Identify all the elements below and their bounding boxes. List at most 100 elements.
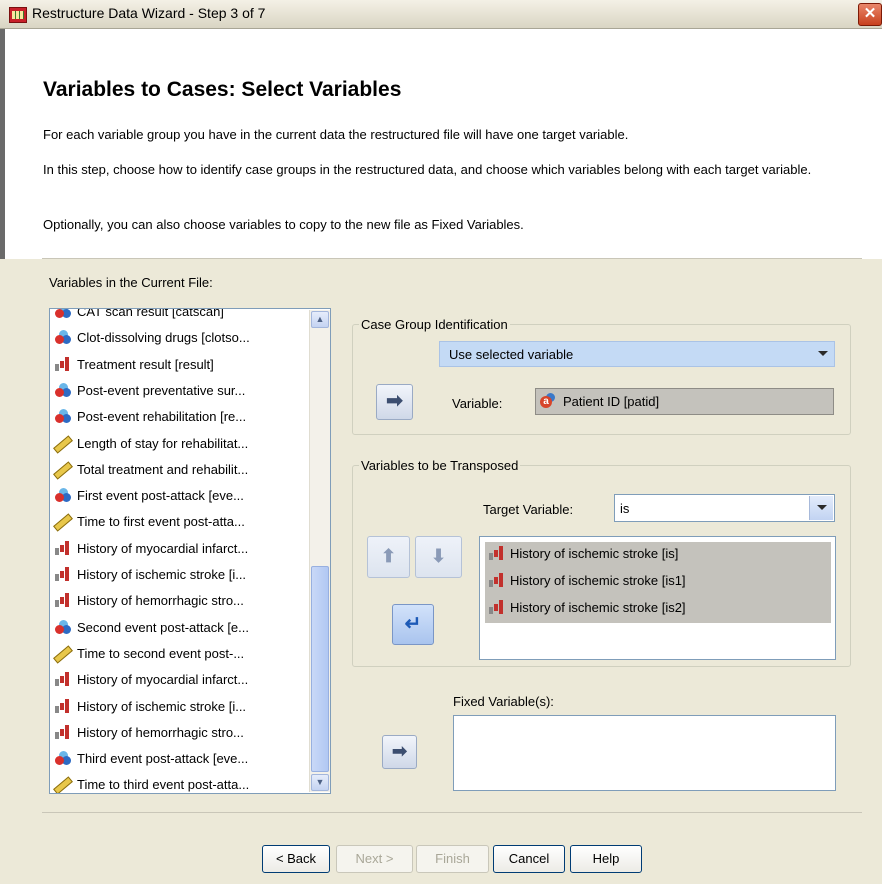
transposed-variable-list[interactable]: History of ischemic stroke [is] History …: [479, 536, 836, 660]
id-variable-icon: [540, 393, 560, 409]
move-to-fixed-button[interactable]: ➡: [382, 735, 417, 769]
case-group-legend: Case Group Identification: [361, 317, 508, 332]
variable-list-item[interactable]: CAT scan result [catscan]: [54, 308, 224, 322]
nominal-icon: [54, 408, 72, 424]
case-id-variable-value: Patient ID [patid]: [563, 394, 660, 409]
variable-list-item[interactable]: History of hemorrhagic stro...: [54, 591, 244, 611]
nominal-icon: [54, 382, 72, 398]
next-button[interactable]: Next >: [336, 845, 413, 873]
separator: [42, 258, 862, 259]
variable-list-item[interactable]: Post-event preventative sur...: [54, 381, 245, 401]
ordinal-icon: [488, 545, 506, 561]
transposed-item[interactable]: History of ischemic stroke [is1]: [488, 569, 686, 593]
page-title: Variables to Cases: Select Variables: [43, 78, 402, 101]
variable-label: Clot-dissolving drugs [clotso...: [77, 330, 250, 346]
back-button[interactable]: < Back: [262, 845, 330, 873]
step-paragraph: In this step, choose how to identify cas…: [43, 162, 812, 177]
variable-label: Second event post-attack [e...: [77, 619, 249, 635]
variable-label: Post-event rehabilitation [re...: [77, 409, 247, 425]
variable-label: History of ischemic stroke [i...: [77, 698, 247, 714]
variable-list-item[interactable]: Clot-dissolving drugs [clotso...: [54, 328, 250, 348]
move-down-button[interactable]: ⬇: [415, 536, 462, 578]
nominal-icon: [54, 329, 72, 345]
app-icon: [9, 7, 27, 23]
ordinal-icon: [54, 356, 72, 372]
variable-list-scrollbar[interactable]: ▲ ▼: [309, 310, 330, 792]
scale-icon: [54, 513, 72, 529]
variable-label: Time to second event post-...: [77, 645, 245, 661]
variable-list-item[interactable]: Treatment result [result]: [54, 355, 214, 375]
ordinal-icon: [54, 566, 72, 582]
scroll-thumb[interactable]: [311, 566, 329, 772]
variable-label: Time to third event post-atta...: [77, 777, 250, 793]
variable-label: History of hemorrhagic stro...: [77, 724, 244, 740]
variable-list-item[interactable]: Total treatment and rehabilit...: [54, 460, 248, 480]
current-file-variable-list[interactable]: CAT scan result [catscan] Clot-dissolving…: [49, 308, 331, 794]
fixed-variables-label: Fixed Variable(s):: [453, 694, 554, 709]
ordinal-icon: [54, 592, 72, 608]
help-button[interactable]: Help: [570, 845, 642, 873]
target-variable-value: is: [620, 501, 630, 516]
variable-list-item[interactable]: History of ischemic stroke [i...: [54, 565, 246, 585]
variable-label: Total treatment and rehabilit...: [77, 461, 249, 477]
nominal-icon: [54, 750, 72, 766]
scroll-up-arrow-icon[interactable]: ▲: [311, 311, 329, 328]
variable-label: First event post-attack [eve...: [77, 488, 244, 504]
dropdown-arrow-icon: [817, 505, 827, 510]
variable-label: Treatment result [result]: [77, 356, 214, 372]
case-id-variable-field[interactable]: Patient ID [patid]: [535, 388, 834, 415]
variable-list-item[interactable]: History of myocardial infarct...: [54, 539, 248, 559]
variable-label: Time to first event post-atta...: [77, 514, 245, 530]
scale-icon: [54, 461, 72, 477]
variable-list-item[interactable]: Third event post-attack [eve...: [54, 749, 248, 769]
target-dropdown-button[interactable]: [809, 496, 833, 520]
case-group-identification-group: Case Group Identification: [352, 317, 851, 435]
close-button[interactable]: ✕: [858, 3, 882, 26]
scale-icon: [54, 645, 72, 661]
variable-label: Post-event preventative sur...: [77, 382, 246, 398]
transposed-item[interactable]: History of ischemic stroke [is2]: [488, 596, 686, 620]
variable-list-item[interactable]: History of myocardial infarct...: [54, 670, 248, 690]
optional-paragraph: Optionally, you can also choose variable…: [43, 217, 524, 232]
transpose-legend: Variables to be Transposed: [361, 458, 519, 473]
intro-paragraph: For each variable group you have in the …: [43, 127, 629, 142]
cancel-button[interactable]: Cancel: [493, 845, 565, 873]
dropdown-arrow-icon: [818, 351, 828, 356]
variable-list-item[interactable]: Post-event rehabilitation [re...: [54, 407, 246, 427]
variable-list-item[interactable]: First event post-attack [eve...: [54, 486, 244, 506]
current-file-label: Variables in the Current File:: [49, 275, 213, 290]
variable-label: CAT scan result [catscan]: [77, 308, 224, 319]
target-variable-combobox[interactable]: is: [614, 494, 835, 522]
ordinal-icon: [54, 698, 72, 714]
case-id-variable-label: Variable:: [452, 396, 503, 411]
move-back-to-list-button[interactable]: ↵: [392, 604, 434, 645]
finish-button[interactable]: Finish: [416, 845, 489, 873]
case-group-method-value: Use selected variable: [449, 347, 574, 362]
case-group-method-dropdown[interactable]: Use selected variable: [439, 341, 835, 367]
ordinal-icon: [54, 671, 72, 687]
variable-label: History of myocardial infarct...: [77, 540, 249, 556]
nominal-icon: [54, 487, 72, 503]
variable-label: History of hemorrhagic stro...: [77, 593, 244, 609]
variable-list-item[interactable]: Second event post-attack [e...: [54, 618, 249, 638]
scroll-down-arrow-icon[interactable]: ▼: [311, 774, 329, 791]
variable-label: Third event post-attack [eve...: [77, 751, 249, 767]
nominal-icon: [54, 309, 72, 319]
variable-list-item[interactable]: History of hemorrhagic stro...: [54, 723, 244, 743]
variable-list-item[interactable]: Time to first event post-atta...: [54, 512, 245, 532]
target-variable-label: Target Variable:: [483, 502, 574, 517]
fixed-variables-list[interactable]: [453, 715, 836, 791]
move-up-button[interactable]: ⬆: [367, 536, 410, 578]
move-to-case-id-button[interactable]: ➡: [376, 384, 413, 420]
ordinal-icon: [488, 599, 506, 615]
variable-list-item[interactable]: Length of stay for rehabilitat...: [54, 434, 248, 454]
ordinal-icon: [54, 540, 72, 556]
separator: [42, 812, 862, 813]
scale-icon: [54, 776, 72, 792]
ordinal-icon: [54, 724, 72, 740]
variable-list-item[interactable]: Time to third event post-atta...: [54, 775, 250, 793]
variable-list-item[interactable]: History of ischemic stroke [i...: [54, 697, 246, 717]
nominal-icon: [54, 619, 72, 635]
variable-list-item[interactable]: Time to second event post-...: [54, 644, 244, 664]
transposed-item[interactable]: History of ischemic stroke [is]: [488, 542, 678, 566]
